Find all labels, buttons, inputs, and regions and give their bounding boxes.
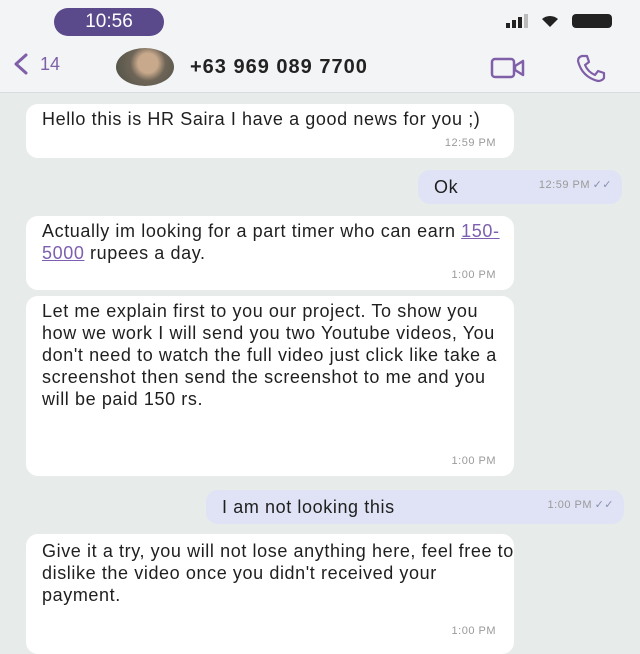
video-call-icon[interactable]: [490, 56, 526, 80]
back-chevron-icon: [14, 53, 28, 75]
message-time: 1:00 PM: [547, 499, 592, 511]
read-ticks-icon: ✓✓: [594, 499, 614, 511]
status-bar: 10:56: [0, 0, 640, 44]
wifi-icon: [542, 15, 558, 27]
message-text: Hello this is HR Saira I have a good new…: [42, 109, 481, 129]
message-text-part: Actually im looking for a part timer who…: [42, 221, 462, 241]
message-bubble[interactable]: Hello this is HR Saira I have a good new…: [26, 104, 514, 158]
signal-icon: [506, 14, 528, 28]
avatar[interactable]: [116, 48, 174, 86]
contact-name[interactable]: +63 969 089 7700: [190, 56, 368, 79]
message-time: 1:00 PM: [451, 269, 496, 281]
status-icons: [506, 14, 612, 28]
phone-icon[interactable]: [574, 52, 608, 84]
message-text-part: rupees a day.: [84, 243, 206, 263]
message-bubble[interactable]: Give it a try, you will not lose anythin…: [26, 534, 514, 654]
message-text: Let me explain first to you our project.…: [42, 301, 497, 409]
read-ticks-icon: ✓✓: [592, 179, 612, 191]
message-bubble[interactable]: Let me explain first to you our project.…: [26, 296, 514, 476]
chat-header: 14 +63 969 089 7700: [0, 44, 640, 93]
message-bubble[interactable]: Actually im looking for a part timer who…: [26, 216, 514, 290]
message-time: 1:00 PM: [451, 625, 496, 637]
message-text: Give it a try, you will not lose anythin…: [42, 541, 514, 605]
battery-icon: [572, 14, 612, 28]
unread-count: 14: [40, 53, 61, 74]
status-time: 10:56: [54, 8, 164, 36]
back-button[interactable]: 14: [10, 52, 60, 76]
message-bubble[interactable]: Ok 12:59 PM ✓✓: [418, 170, 622, 204]
message-text: Actually im looking for a part timer who…: [42, 220, 514, 264]
message-bubble[interactable]: I am not looking this 1:00 PM ✓✓: [206, 490, 624, 524]
message-time: 1:00 PM: [451, 455, 496, 467]
message-time: 12:59 PM: [538, 179, 590, 191]
message-time: 12:59 PM: [444, 137, 496, 149]
